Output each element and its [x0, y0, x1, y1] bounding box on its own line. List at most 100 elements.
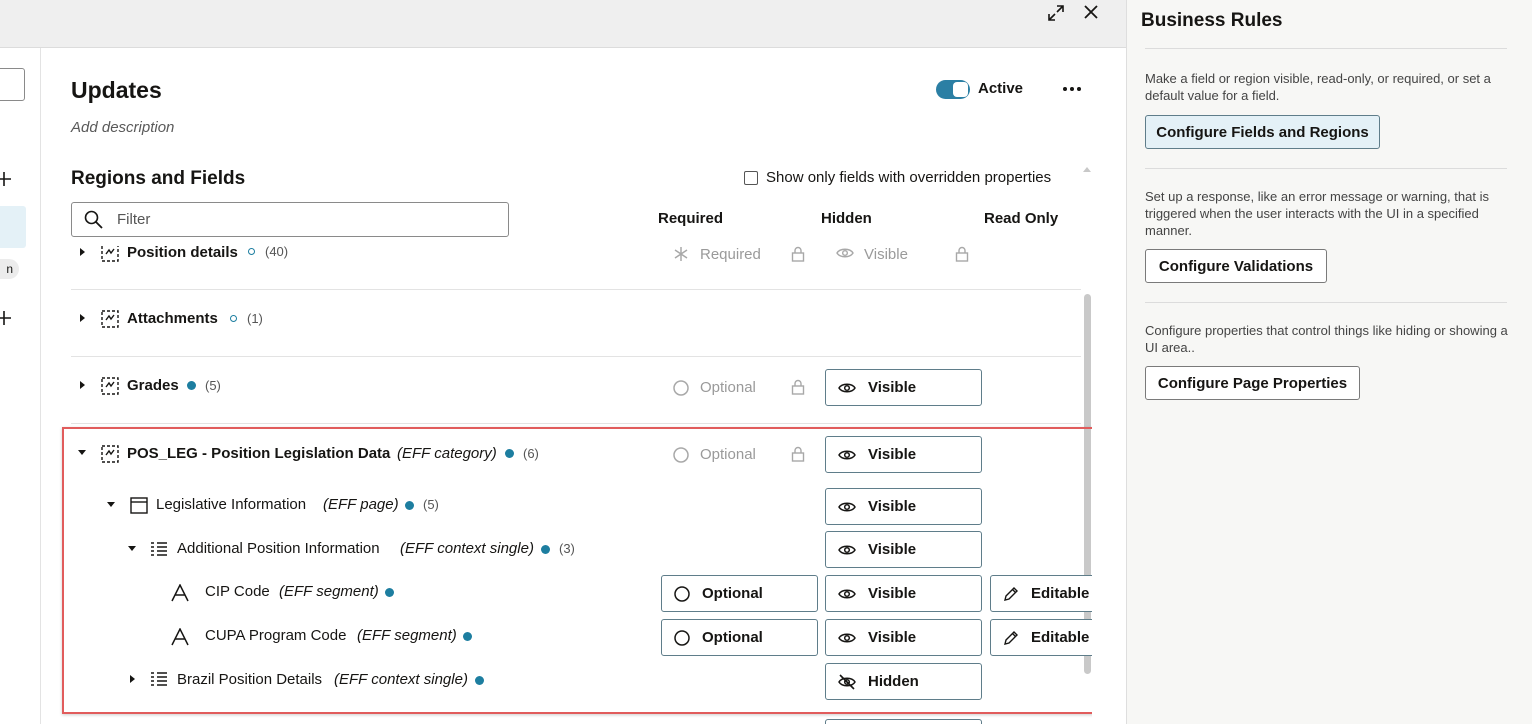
active-toggle[interactable] — [936, 80, 970, 99]
row-name: Position details — [127, 246, 238, 261]
required-button[interactable]: Optional — [661, 619, 818, 656]
configure-page-properties-button[interactable]: Configure Page Properties — [1145, 366, 1360, 400]
visibility-label: Visible — [868, 629, 917, 646]
row-name[interactable]: CIP Code — [205, 583, 270, 600]
row-name[interactable]: Brazil Position Details — [177, 671, 322, 688]
rule-description: Configure properties that control things… — [1145, 323, 1508, 355]
status-dot — [385, 588, 394, 597]
optional-circle-icon — [673, 447, 689, 463]
expand-icon[interactable] — [1047, 4, 1065, 22]
dialog-header-bar — [0, 0, 1126, 48]
visibility-button[interactable]: Visible — [825, 575, 982, 612]
visibility-label: Visible — [868, 585, 917, 602]
eye-icon — [836, 247, 854, 259]
required-label: Optional — [702, 585, 763, 602]
expand-caret[interactable] — [80, 381, 85, 389]
hidden-state: Visible — [864, 246, 908, 263]
row-type: (EFF page) — [323, 496, 399, 513]
row-name[interactable]: CUPA Program Code — [205, 627, 346, 644]
rule-description: Make a field or region visible, read-onl… — [1145, 71, 1491, 103]
lock-icon — [791, 379, 805, 395]
status-dot — [463, 632, 472, 641]
required-state: Required — [700, 246, 761, 263]
visibility-button[interactable]: Visible — [825, 488, 982, 525]
visibility-label: Visible — [868, 379, 917, 396]
optional-circle-icon — [673, 380, 689, 396]
left-input-field[interactable] — [0, 68, 25, 101]
description-input[interactable]: Add description — [71, 119, 174, 136]
collapse-caret[interactable] — [128, 546, 136, 551]
region-icon — [101, 310, 119, 328]
eye-icon — [838, 501, 856, 513]
visibility-label: Visible — [868, 541, 917, 558]
row-count: (3) — [559, 541, 575, 556]
row-name[interactable]: Grades — [127, 377, 179, 394]
pencil-icon — [1003, 630, 1019, 646]
configure-fields-regions-button[interactable]: Configure Fields and Regions — [1145, 115, 1380, 149]
toggle-knob — [953, 82, 968, 97]
pencil-icon — [1003, 586, 1019, 602]
column-header-required: Required — [658, 210, 724, 227]
filter-input[interactable]: Filter — [71, 202, 509, 237]
row-count: (6) — [523, 446, 539, 461]
row-type: (EFF context single) — [334, 671, 468, 688]
next-row-button[interactable] — [825, 719, 982, 724]
configure-validations-button[interactable]: Configure Validations — [1145, 249, 1327, 283]
row-type: (EFF context single) — [400, 540, 534, 557]
divider — [1145, 48, 1507, 49]
read-only-label: Editable — [1031, 585, 1090, 602]
expand-caret[interactable] — [80, 248, 85, 256]
status-dot — [475, 676, 484, 685]
row-count: (5) — [423, 497, 439, 512]
collapse-caret[interactable] — [78, 450, 86, 455]
status-dot — [187, 381, 196, 390]
row-name[interactable]: Additional Position Information — [177, 540, 380, 557]
required-button[interactable]: Optional — [661, 575, 818, 612]
page-title: Updates — [71, 77, 162, 103]
eye-icon — [838, 632, 856, 644]
row-count: (1) — [247, 311, 263, 326]
column-header-hidden: Hidden — [821, 210, 872, 227]
scroll-up-arrow[interactable] — [1083, 166, 1091, 172]
visibility-button[interactable]: Visible — [825, 436, 982, 473]
row-divider — [71, 289, 1081, 290]
collapse-caret[interactable] — [107, 502, 115, 507]
expand-caret[interactable] — [130, 675, 135, 683]
eye-icon — [838, 544, 856, 556]
read-only-button[interactable]: Editable — [990, 619, 1092, 656]
expand-caret[interactable] — [80, 314, 85, 322]
read-only-button[interactable]: Editable — [990, 575, 1092, 612]
business-rules-panel: Business Rules Make a field or region vi… — [1126, 0, 1532, 724]
status-dot — [541, 545, 550, 554]
region-icon — [101, 246, 119, 262]
rule-description: Set up a response, like an error message… — [1145, 189, 1489, 238]
selected-nav-item[interactable] — [0, 206, 26, 248]
row-type: (EFF segment) — [357, 627, 457, 644]
visibility-button[interactable]: Hidden — [825, 663, 982, 700]
divider — [1145, 168, 1507, 169]
row-name[interactable]: Legislative Information — [156, 496, 306, 513]
segment-icon — [171, 628, 189, 646]
show-overridden-checkbox[interactable] — [744, 171, 758, 185]
row-type: (EFF category) — [397, 445, 497, 462]
row-divider — [71, 356, 1081, 357]
visibility-button[interactable]: Visible — [825, 369, 982, 406]
eye-icon — [838, 449, 856, 461]
search-icon — [84, 210, 103, 229]
close-icon[interactable] — [1083, 4, 1099, 20]
asterisk-icon — [673, 246, 689, 262]
divider — [1145, 302, 1507, 303]
status-dot — [405, 501, 414, 510]
region-icon — [101, 377, 119, 395]
required-state: Optional — [700, 446, 756, 463]
visibility-button[interactable]: Visible — [825, 619, 982, 656]
plus-icon[interactable] — [0, 171, 12, 187]
row-name[interactable]: Attachments — [127, 310, 218, 327]
visibility-button[interactable]: Visible — [825, 531, 982, 568]
row-name[interactable]: POS_LEG - Position Legislation Data — [127, 445, 390, 462]
more-icon[interactable] — [1062, 86, 1082, 92]
eye-icon — [838, 588, 856, 600]
visibility-label: Hidden — [868, 673, 919, 690]
status-dot — [505, 449, 514, 458]
required-state: Optional — [700, 379, 756, 396]
